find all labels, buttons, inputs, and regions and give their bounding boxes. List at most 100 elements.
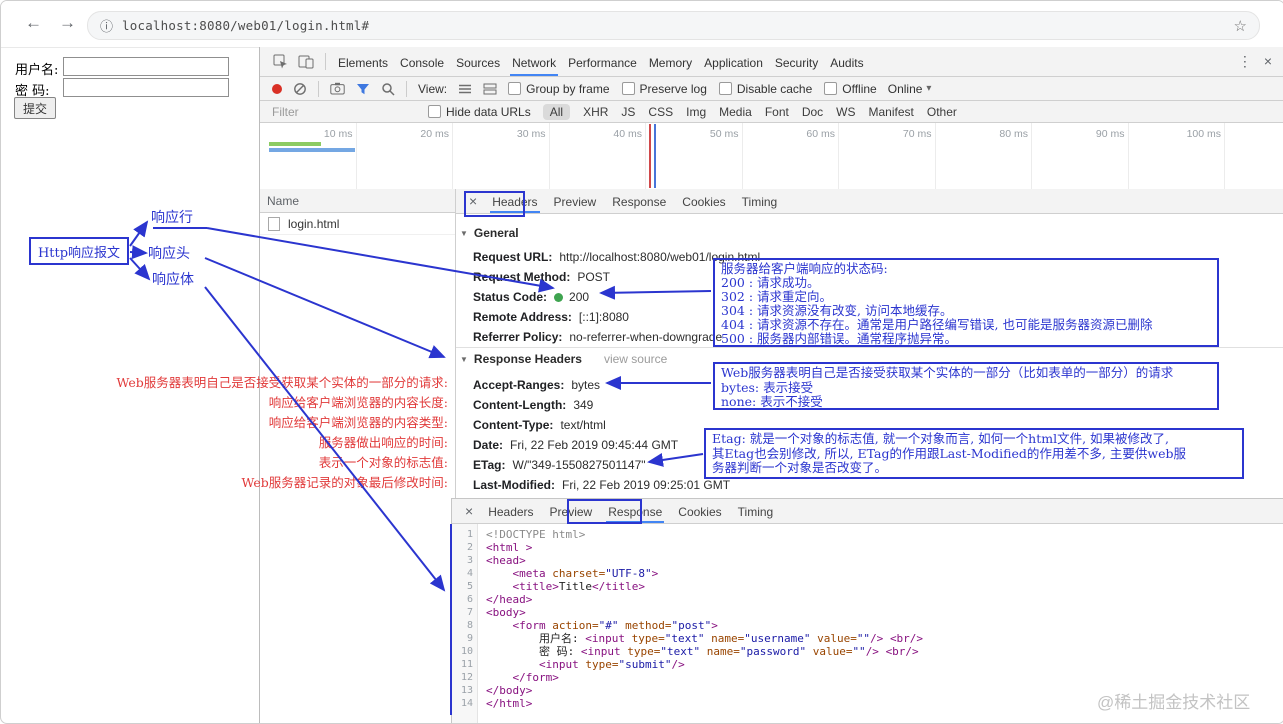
line-number: 1: [466, 529, 473, 540]
code-token: >: [651, 567, 659, 580]
filter-type-media[interactable]: Media: [719, 105, 752, 119]
headers-pane-tab-preview[interactable]: Preview: [546, 190, 605, 213]
code-token: method=: [618, 619, 672, 632]
line-number: 10: [460, 646, 473, 657]
checkbox-icon[interactable]: [428, 105, 441, 118]
timeline-tick: 40 ms: [550, 123, 646, 189]
triangle-down-icon[interactable]: ▼: [460, 355, 468, 364]
filter-type-doc[interactable]: Doc: [802, 105, 823, 119]
response-headers-section-title[interactable]: ▼ Response Headers view source: [460, 352, 667, 366]
header-value: [::1]:8080: [578, 310, 629, 324]
devtools-tab-audits[interactable]: Audits: [824, 48, 869, 76]
toolbar-divider: [406, 80, 407, 97]
checkbox-label: Hide data URLs: [446, 104, 531, 119]
triangle-down-icon[interactable]: ▼: [460, 229, 468, 238]
code-line: <!DOCTYPE html>: [486, 528, 1282, 541]
filter-type-css[interactable]: CSS: [648, 105, 673, 119]
view-list-icon[interactable]: [458, 83, 472, 95]
filter-type-all[interactable]: All: [542, 103, 571, 120]
filter-input[interactable]: [270, 103, 416, 120]
response-header-row: Last-Modified: Fri, 22 Feb 2019 09:25:01 …: [473, 475, 730, 495]
filter-type-manifest[interactable]: Manifest: [869, 105, 914, 119]
domcontentloaded-event-line: [654, 124, 656, 188]
device-toolbar-icon[interactable]: [298, 54, 314, 69]
toolbar-checkbox-preserve-log[interactable]: Preserve log: [621, 82, 707, 96]
devtools-tab-elements[interactable]: Elements: [332, 48, 394, 76]
file-icon: [268, 216, 280, 231]
toolbar-checkbox-disable-cache[interactable]: Disable cache: [718, 82, 812, 96]
devtools-tab-performance[interactable]: Performance: [562, 48, 643, 76]
filter-icon[interactable]: [356, 83, 370, 95]
view-overview-icon[interactable]: [483, 83, 497, 95]
toolbar-divider: [318, 80, 319, 97]
header-name: Last-Modified:: [473, 478, 555, 492]
filter-type-other[interactable]: Other: [927, 105, 957, 119]
filter-type-xhr[interactable]: XHR: [583, 105, 608, 119]
annotation-box-line: Web服务器表明自己是否接受获取某个实体的一部分（比如表单的一部分）的请求: [721, 365, 1174, 380]
network-overview-timeline[interactable]: 10 ms 20 ms 30 ms 40 ms 50 ms 60 ms 70 ms 80 ms…: [260, 123, 1283, 190]
toolbar-checkbox-group-by-frame[interactable]: Group by frame: [508, 81, 610, 96]
code-token: type=: [627, 645, 661, 658]
line-number: 6: [466, 594, 473, 605]
filter-type-js[interactable]: JS: [621, 105, 635, 119]
filter-type-font[interactable]: Font: [765, 105, 789, 119]
bookmark-star-icon[interactable]: ☆: [1234, 17, 1247, 35]
record-icon[interactable]: [272, 83, 282, 94]
checkbox-label: Offline: [842, 81, 877, 96]
throttling-select[interactable]: Online ▾: [888, 82, 932, 96]
filter-type-ws[interactable]: WS: [836, 105, 855, 119]
headers-pane-tab-response[interactable]: Response: [604, 190, 674, 213]
kebab-menu-icon[interactable]: ⋮: [1238, 53, 1252, 70]
response-pane-tab-headers[interactable]: Headers: [480, 500, 541, 523]
devtools-tab-application[interactable]: Application: [698, 48, 769, 76]
response-header-row: Content-Length: 349: [473, 395, 593, 415]
request-row[interactable]: login.html: [260, 213, 455, 235]
annotation-response-header-label: 响应头: [148, 246, 190, 262]
hide-data-urls-checkbox[interactable]: Hide data URLs: [428, 105, 531, 119]
resource-type-filters: All XHR JS CSS Img Media Font Doc WS Manifest Othe…: [542, 103, 957, 120]
header-value: POST: [577, 270, 611, 284]
devtools-tab-memory[interactable]: Memory: [643, 48, 698, 76]
capture-screenshots-icon[interactable]: [330, 82, 345, 95]
code-token: "submit": [618, 658, 672, 671]
devtools-tab-security[interactable]: Security: [769, 48, 824, 76]
header-name: Request Method:: [473, 270, 571, 284]
devtools-tab-sources[interactable]: Sources: [450, 48, 506, 76]
inspect-element-icon[interactable]: [273, 54, 288, 69]
code-token: 密 码:: [486, 645, 581, 658]
request-detail-tab-bar: × Headers Preview Response Cookies Timing: [456, 189, 1283, 214]
clear-icon[interactable]: [293, 82, 307, 96]
checkbox-label: Group by frame: [526, 81, 610, 96]
password-input[interactable]: [63, 78, 229, 97]
headers-pane-tab-cookies[interactable]: Cookies: [674, 190, 733, 213]
general-section-title[interactable]: ▼ General: [460, 226, 519, 240]
devtools-tab-network[interactable]: Network: [506, 48, 562, 76]
checkbox-icon[interactable]: [824, 82, 838, 95]
filter-type-img[interactable]: Img: [686, 105, 706, 119]
response-pane-tab-timing[interactable]: Timing: [730, 500, 782, 523]
url-text[interactable]: localhost:8080/web01/login.html#: [122, 18, 369, 33]
line-number: 3: [466, 555, 473, 566]
forward-icon[interactable]: →: [59, 14, 76, 31]
devtools-tab-console[interactable]: Console: [394, 48, 450, 76]
username-input[interactable]: [63, 57, 229, 76]
code-token: />: [865, 645, 879, 658]
checkbox-icon[interactable]: [508, 82, 522, 95]
back-icon[interactable]: ←: [25, 14, 42, 31]
view-source-link[interactable]: view source: [604, 352, 667, 366]
page-info-icon[interactable]: ⓘ: [100, 16, 113, 35]
name-column-header[interactable]: Name: [260, 189, 456, 213]
line-number: 14: [460, 698, 473, 709]
header-name: Status Code:: [473, 290, 548, 304]
response-pane-close-icon[interactable]: ×: [458, 503, 480, 519]
toolbar-checkbox-offline[interactable]: Offline: [824, 81, 877, 96]
headers-pane-tab-timing[interactable]: Timing: [734, 190, 786, 213]
submit-button[interactable]: 提交: [14, 97, 56, 119]
response-pane-tab-cookies[interactable]: Cookies: [670, 500, 729, 523]
devtools-close-icon[interactable]: ×: [1264, 53, 1272, 70]
checkbox-icon[interactable]: [621, 82, 635, 95]
address-bar[interactable]: ⓘ localhost:8080/web01/login.html# ☆: [87, 11, 1260, 40]
checkbox-icon[interactable]: [718, 82, 732, 95]
search-icon[interactable]: [381, 82, 395, 96]
